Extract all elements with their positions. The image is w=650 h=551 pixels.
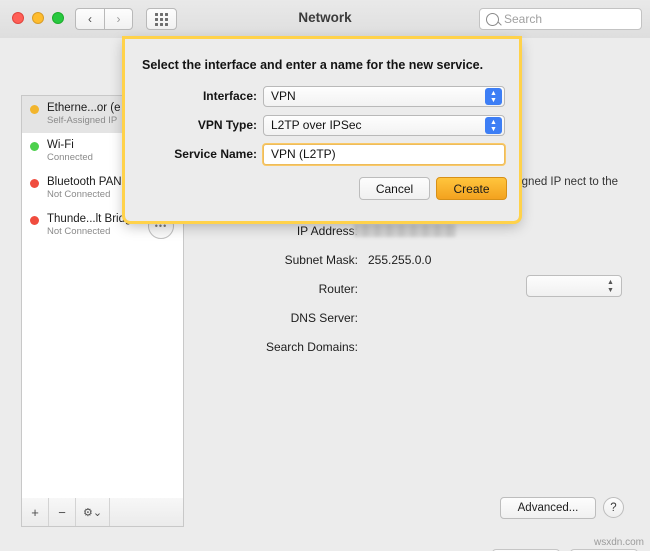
gear-icon: ⚙ [82,506,93,519]
field-label: Router: [318,282,358,296]
table-row: IP Address: [196,224,628,241]
service-actions-button[interactable]: ⚙ ⌄ [76,498,110,526]
cancel-button[interactable]: Cancel [359,177,430,200]
network-preferences-window: ‹ › Network Search Etherne...or (e Self-… [0,0,650,551]
status-led-icon [30,216,39,225]
chevron-updown-icon: ▲ ▼ [485,88,502,105]
window-titlebar: ‹ › Network Search [0,0,650,39]
chevron-updown-icon: ▲ ▼ [485,117,502,134]
search-input[interactable]: Search [479,8,642,30]
status-led-icon [30,179,39,188]
add-service-button[interactable]: + [22,498,49,526]
watermark: wsxdn.com [593,537,644,548]
interface-select[interactable]: VPN ▲ ▼ [263,86,505,107]
sheet-title: Select the interface and enter a name fo… [142,58,484,72]
advanced-button[interactable]: Advanced... [500,497,596,519]
service-name-input[interactable]: VPN (L2TP) [262,143,506,166]
interface-label: Interface: [202,89,257,103]
table-row: DNS Server: [196,311,628,328]
table-row: Search Domains: [196,340,628,357]
status-led-icon [30,142,39,151]
field-label: DNS Server: [290,311,358,325]
search-icon [486,12,499,26]
vpn-type-row: VPN Type: L2TP over IPSec ▲ ▼ [125,115,521,136]
status-led-icon [30,105,39,114]
vpn-type-select[interactable]: L2TP over IPSec ▲ ▼ [263,115,505,136]
create-button[interactable]: Create [436,177,507,200]
table-row: Router: [196,282,628,299]
field-label: Subnet Mask: [284,253,358,267]
interface-value: VPN [271,89,296,103]
service-name-row: Service Name: VPN (L2TP) [125,143,521,166]
remove-service-button[interactable]: − [49,498,76,526]
vpn-type-label: VPN Type: [197,118,257,132]
search-placeholder: Search [504,12,543,26]
help-button[interactable]: ? [603,497,624,518]
vpn-type-value: L2TP over IPSec [271,118,362,132]
redacted-ip-value [354,224,456,237]
chevron-down-icon: ⌄ [92,506,103,519]
field-label: Search Domains: [265,340,358,354]
services-toolbar: + − ⚙ ⌄ [21,498,184,527]
interface-row: Interface: VPN ▲ ▼ [125,86,521,107]
service-name-label: Service Name: [174,147,257,161]
table-row: Subnet Mask: 255.255.0.0 [196,253,628,270]
new-service-sheet: Select the interface and enter a name fo… [122,36,522,224]
field-label: IP Address: [296,224,358,238]
field-value: 255.255.0.0 [368,253,432,267]
